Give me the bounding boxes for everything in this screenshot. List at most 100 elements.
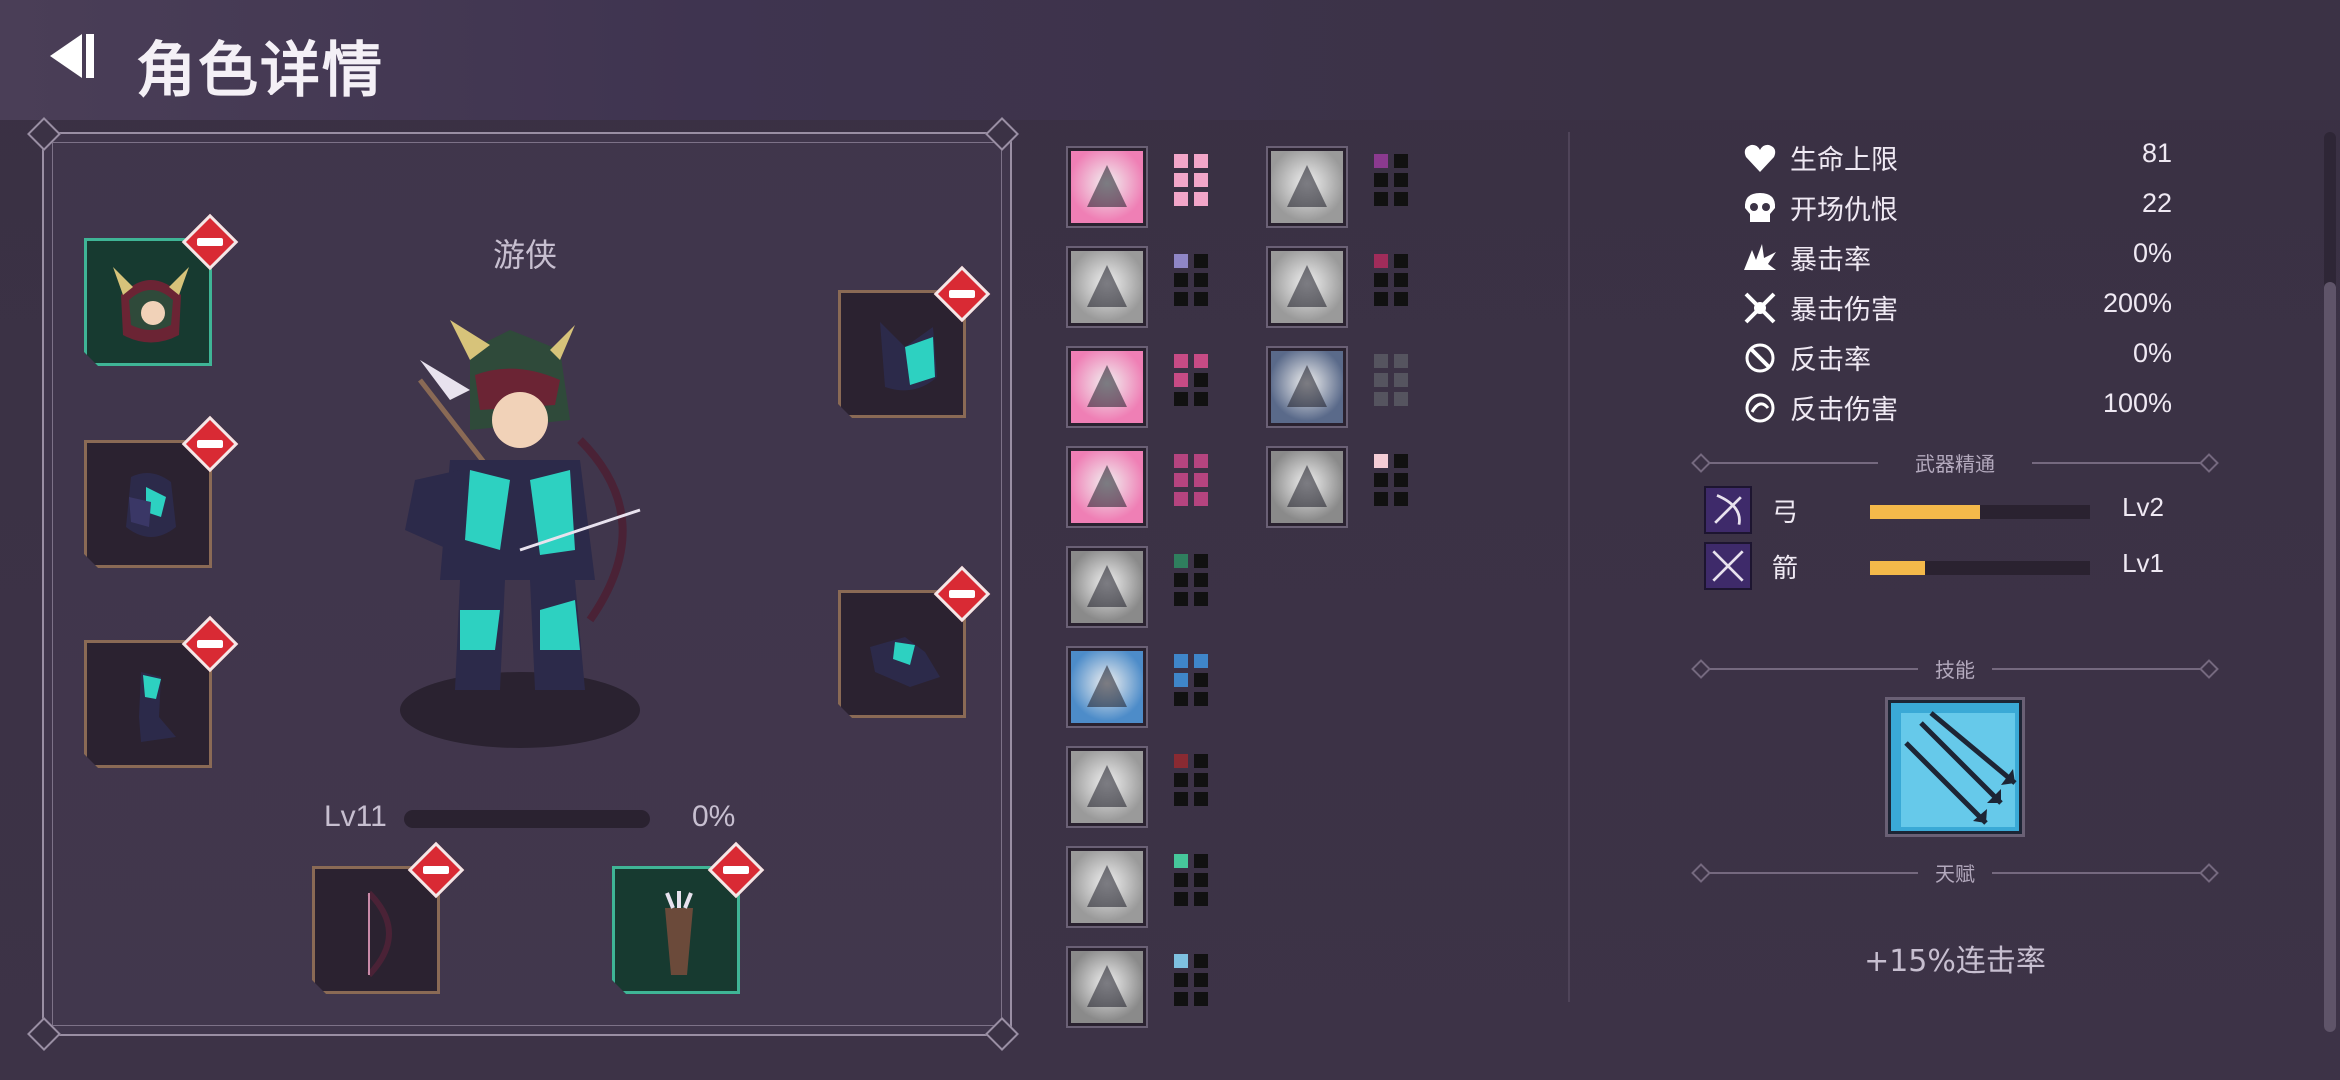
remove-quiver-button[interactable] (707, 841, 765, 899)
counter-damage-icon (1745, 393, 1775, 423)
relic-pip (1374, 154, 1388, 168)
relic-pip (1194, 354, 1208, 368)
character-class-name: 游侠 (492, 236, 557, 274)
relic-pip (1174, 292, 1188, 306)
scroll-thumb[interactable] (2324, 282, 2336, 1032)
stone-face-relic-icon[interactable] (1268, 148, 1346, 226)
hooded-figure-relic-icon[interactable] (1068, 548, 1146, 626)
cross-swords-relic-icon[interactable] (1068, 448, 1146, 526)
counter-icon (1745, 343, 1775, 373)
relic-pip (1194, 173, 1208, 187)
relic-pip (1174, 354, 1188, 368)
stat-label: 暴击伤害 (1790, 295, 1898, 326)
stat-label: 暴击率 (1790, 245, 1871, 276)
relic-pip (1394, 273, 1408, 287)
relic-pip (1394, 492, 1408, 506)
stat-row-counter-damage: 反击伤害 100% (1742, 388, 2172, 428)
relic-pip (1174, 473, 1188, 487)
relic-pip (1394, 454, 1408, 468)
relic-pip (1374, 192, 1388, 206)
relic-pip (1194, 973, 1208, 987)
heart-icon (1744, 144, 1776, 172)
stat-label: 开场仇恨 (1790, 195, 1898, 226)
boot-kick-relic-icon[interactable] (1068, 148, 1146, 226)
relic-level-pips (1174, 154, 1208, 224)
relic-pip (1194, 754, 1208, 768)
remove-cape-button[interactable] (933, 265, 991, 323)
relic-pip (1394, 473, 1408, 487)
relic-level-pips (1174, 554, 1208, 624)
relic-pip (1194, 892, 1208, 906)
horned-helmet-icon (101, 255, 201, 355)
stat-row-crit-rate: 暴击率 0% (1742, 238, 2172, 278)
back-button[interactable] (40, 26, 100, 86)
relic-level-pips (1374, 454, 1408, 524)
quiver-icon (629, 883, 729, 983)
skill-slot[interactable] (1888, 700, 2022, 834)
relic-pip (1174, 373, 1188, 387)
relic-pip (1174, 573, 1188, 587)
remove-chest-button[interactable] (181, 415, 239, 473)
bow-icon (329, 883, 429, 983)
skull-icon (1744, 193, 1776, 222)
knight-relic-icon[interactable] (1068, 248, 1146, 326)
crossed-scimitars-relic-icon[interactable] (1268, 448, 1346, 526)
skill-header: 技能 (1690, 654, 2220, 684)
relic-pip (1174, 273, 1188, 287)
relic-level-pips (1174, 854, 1208, 924)
relic-pip (1194, 992, 1208, 1006)
relic-pip (1194, 254, 1208, 268)
stat-row-start-threat: 开场仇恨 22 (1742, 188, 2172, 228)
chest-armor-icon (101, 457, 201, 557)
relic-pip (1174, 892, 1188, 906)
relic-pip (1374, 454, 1388, 468)
ranger-character-portrait (400, 320, 641, 748)
xp-progress-bar (404, 810, 650, 828)
weapon-level: Lv2 (2122, 492, 2164, 522)
stat-value: 200% (2102, 288, 2172, 318)
relic-pip (1394, 254, 1408, 268)
stat-row-max-hp: 生命上限 81 (1742, 138, 2172, 178)
night-orb-relic-icon[interactable] (1268, 348, 1346, 426)
arrow-mastery-icon (1704, 542, 1752, 590)
remove-bow-button[interactable] (407, 841, 465, 899)
relic-pip (1374, 273, 1388, 287)
hood-icon (855, 307, 955, 407)
tower-relic-icon[interactable] (1268, 248, 1346, 326)
relic-pip (1374, 254, 1388, 268)
dagger-relic-icon[interactable] (1068, 748, 1146, 826)
relic-pip (1174, 154, 1188, 168)
weapon-name: 弓 (1772, 498, 1799, 528)
talent-header: 天赋 (1690, 858, 2220, 888)
claw-slash-relic-icon[interactable] (1068, 348, 1146, 426)
crit-burst-icon (1744, 244, 1776, 270)
relic-pip (1194, 854, 1208, 868)
relic-pip (1394, 154, 1408, 168)
relic-pip (1174, 554, 1188, 568)
scrollbar[interactable] (2324, 132, 2336, 1032)
viking-relic-icon[interactable] (1068, 648, 1146, 726)
back-arrow-icon (50, 34, 94, 78)
angry-face-relic-icon[interactable] (1068, 848, 1146, 926)
relic-pip (1194, 692, 1208, 706)
gauntlet-icon (855, 607, 955, 707)
relic-pip (1174, 854, 1188, 868)
character-level: Lv11 (324, 800, 387, 833)
relic-pip (1174, 192, 1188, 206)
relic-pip (1374, 292, 1388, 306)
relic-pip (1174, 792, 1188, 806)
remove-boots-button[interactable] (181, 615, 239, 673)
page-title: 角色详情 (136, 36, 384, 106)
stat-label: 生命上限 (1790, 145, 1898, 176)
goblin-relic-icon[interactable] (1068, 948, 1146, 1026)
relic-pip (1174, 754, 1188, 768)
remove-helmet-button[interactable] (181, 213, 239, 271)
remove-gloves-button[interactable] (933, 565, 991, 623)
relic-pip (1194, 654, 1208, 668)
relic-pip (1194, 154, 1208, 168)
relic-level-pips (1374, 154, 1408, 224)
relic-pip (1174, 692, 1188, 706)
relic-pip (1194, 773, 1208, 787)
relic-pip (1174, 392, 1188, 406)
relic-pip (1174, 992, 1188, 1006)
